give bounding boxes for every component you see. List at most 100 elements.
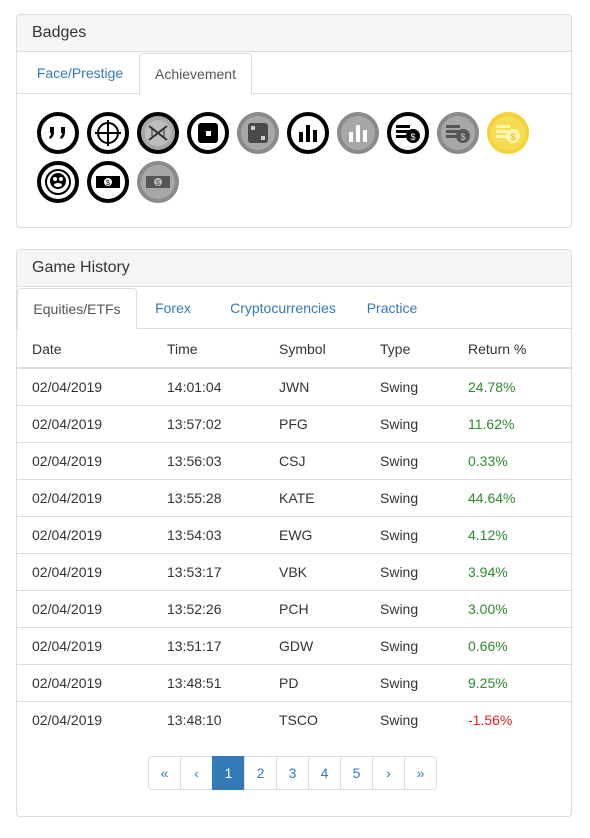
cell-type: Swing bbox=[380, 378, 419, 395]
cell-symbol: KATE bbox=[264, 478, 365, 516]
table-row: 02/04/2019 13:57:02 PFG Swing 11.62% bbox=[17, 404, 571, 442]
badges-panel-title: Badges bbox=[17, 15, 571, 52]
game-history-panel: Game History Equities/ETFs Forex Cryptoc… bbox=[16, 249, 572, 817]
banknote-icon[interactable]: $ bbox=[87, 161, 129, 203]
cell-return: 9.25% bbox=[453, 663, 571, 701]
table-row: 02/04/2019 13:48:10 TSCO Swing -1.56% bbox=[17, 700, 571, 738]
coin-stack-gray-icon[interactable]: $ bbox=[437, 112, 479, 154]
coin-stack-icon[interactable]: $ bbox=[387, 112, 429, 154]
cell-type: Swing bbox=[365, 663, 453, 701]
banknote-gray-icon[interactable]: $ bbox=[137, 161, 179, 203]
game-history-table: Date Time Symbol Type Return % 02/04/201… bbox=[17, 330, 571, 738]
cell-type: Swing bbox=[365, 515, 453, 553]
monkey-face-icon[interactable] bbox=[37, 161, 79, 203]
table-row: 02/04/2019 13:48:51 PD Swing 9.25% bbox=[17, 663, 571, 701]
quote-icon[interactable] bbox=[37, 112, 79, 154]
page-last-button[interactable]: » bbox=[404, 756, 437, 790]
cell-return: 0.66% bbox=[453, 626, 571, 664]
cell-time: 13:54:03 bbox=[152, 515, 264, 553]
crosshair-icon[interactable] bbox=[87, 112, 129, 154]
page-3-button[interactable]: 3 bbox=[276, 756, 309, 790]
cell-symbol: TSCO bbox=[264, 700, 365, 738]
tab-face-prestige[interactable]: Face/Prestige bbox=[21, 52, 139, 94]
cell-symbol: GDW bbox=[264, 626, 365, 664]
cell-return: -1.56% bbox=[453, 700, 571, 738]
cell-type: Swing bbox=[365, 478, 453, 516]
dice-two-icon[interactable] bbox=[237, 112, 279, 154]
dice-one-icon[interactable] bbox=[187, 112, 229, 154]
table-row: 02/04/2019 13:55:28 KATE Swing 44.64% bbox=[17, 478, 571, 516]
cell-return: 3.00% bbox=[453, 589, 571, 627]
column-header-date: Date bbox=[17, 330, 152, 369]
svg-text:$: $ bbox=[410, 132, 415, 142]
cell-date: 02/04/2019 bbox=[17, 663, 152, 701]
cell-symbol: JWN bbox=[279, 378, 310, 395]
cell-symbol: VBK bbox=[264, 552, 365, 590]
cell-time: 13:48:10 bbox=[152, 700, 264, 738]
cell-type: Swing bbox=[365, 700, 453, 738]
history-table-body: 02/04/2019 14:01:04 JWN Swing 24.78% 02/04/20… bbox=[17, 368, 571, 738]
bar-chart-icon[interactable] bbox=[287, 112, 329, 154]
page-4-button[interactable]: 4 bbox=[308, 756, 341, 790]
cell-time: 13:53:17 bbox=[152, 552, 264, 590]
page-prev-button[interactable]: ‹ bbox=[180, 756, 213, 790]
badges-tabs: Face/Prestige Achievement bbox=[17, 52, 571, 95]
cell-date: 02/04/2019 bbox=[17, 478, 152, 516]
column-header-time: Time bbox=[152, 330, 264, 369]
table-row: 02/04/2019 13:56:03 CSJ Swing 0.33% bbox=[17, 441, 571, 479]
cell-symbol: EWG bbox=[264, 515, 365, 553]
table-row: 02/04/2019 14:01:04 JWN Swing 24.78% bbox=[17, 368, 571, 405]
column-header-type: Type bbox=[365, 330, 453, 369]
cell-date: 02/04/2019 bbox=[17, 515, 152, 553]
page-1-button[interactable]: 1 bbox=[212, 756, 245, 790]
column-header-symbol: Symbol bbox=[264, 330, 365, 369]
cell-time: 13:52:26 bbox=[152, 589, 264, 627]
cell-time: 13:56:03 bbox=[152, 441, 264, 479]
table-row: 02/04/2019 13:51:17 GDW Swing 0.66% bbox=[17, 626, 571, 664]
page-next-button[interactable]: › bbox=[372, 756, 405, 790]
cell-return: 3.94% bbox=[453, 552, 571, 590]
dna-icon[interactable] bbox=[137, 112, 179, 154]
tab-cryptocurrencies[interactable]: Cryptocurrencies bbox=[212, 287, 354, 329]
tab-forex[interactable]: Forex bbox=[141, 287, 205, 329]
cell-time: 13:55:28 bbox=[152, 478, 264, 516]
tab-practice[interactable]: Practice bbox=[357, 287, 427, 329]
table-row: 02/04/2019 13:54:03 EWG Swing 4.12% bbox=[17, 515, 571, 553]
bar-chart-gray-icon[interactable] bbox=[337, 112, 379, 154]
badges-panel: Badges Face/Prestige Achievement $ $ $ $… bbox=[16, 14, 572, 228]
page-2-button[interactable]: 2 bbox=[244, 756, 277, 790]
game-history-title: Game History bbox=[17, 250, 571, 287]
cell-type: Swing bbox=[365, 441, 453, 479]
cell-type: Swing bbox=[365, 589, 453, 627]
table-row: 02/04/2019 13:53:17 VBK Swing 3.94% bbox=[17, 552, 571, 590]
table-row: 02/04/2019 13:52:26 PCH Swing 3.00% bbox=[17, 589, 571, 627]
cell-symbol: PFG bbox=[264, 404, 365, 442]
pagination: «‹ 1 2 3 4 5 ›» bbox=[148, 756, 437, 790]
cell-date: 02/04/2019 bbox=[32, 378, 103, 395]
page-5-button[interactable]: 5 bbox=[340, 756, 373, 790]
tab-achievement[interactable]: Achievement bbox=[139, 53, 252, 95]
cell-time: 13:48:51 bbox=[152, 663, 264, 701]
table-header-row: Date Time Symbol Type Return % bbox=[17, 330, 571, 369]
tab-equities-etfs[interactable]: Equities/ETFs bbox=[17, 288, 137, 330]
cell-return: 0.33% bbox=[453, 441, 571, 479]
cell-date: 02/04/2019 bbox=[17, 441, 152, 479]
coin-stack-gold-icon[interactable]: $ bbox=[487, 112, 529, 154]
history-tabs: Equities/ETFs Forex Cryptocurrencies Pra… bbox=[17, 287, 571, 330]
svg-text:$: $ bbox=[156, 180, 160, 187]
cell-return: 44.64% bbox=[453, 478, 571, 516]
cell-symbol: PD bbox=[264, 663, 365, 701]
cell-time: 13:57:02 bbox=[152, 404, 264, 442]
badge-grid: $ $ $ $ $ bbox=[17, 94, 571, 224]
page-first-button[interactable]: « bbox=[148, 756, 181, 790]
cell-time: 14:01:04 bbox=[167, 378, 222, 395]
cell-return: 4.12% bbox=[453, 515, 571, 553]
cell-date: 02/04/2019 bbox=[17, 589, 152, 627]
cell-date: 02/04/2019 bbox=[17, 700, 152, 738]
cell-type: Swing bbox=[365, 552, 453, 590]
cell-return: 11.62% bbox=[453, 404, 571, 442]
cell-date: 02/04/2019 bbox=[17, 404, 152, 442]
svg-text:$: $ bbox=[510, 132, 515, 142]
cell-symbol: CSJ bbox=[264, 441, 365, 479]
column-header-return: Return % bbox=[453, 330, 571, 369]
